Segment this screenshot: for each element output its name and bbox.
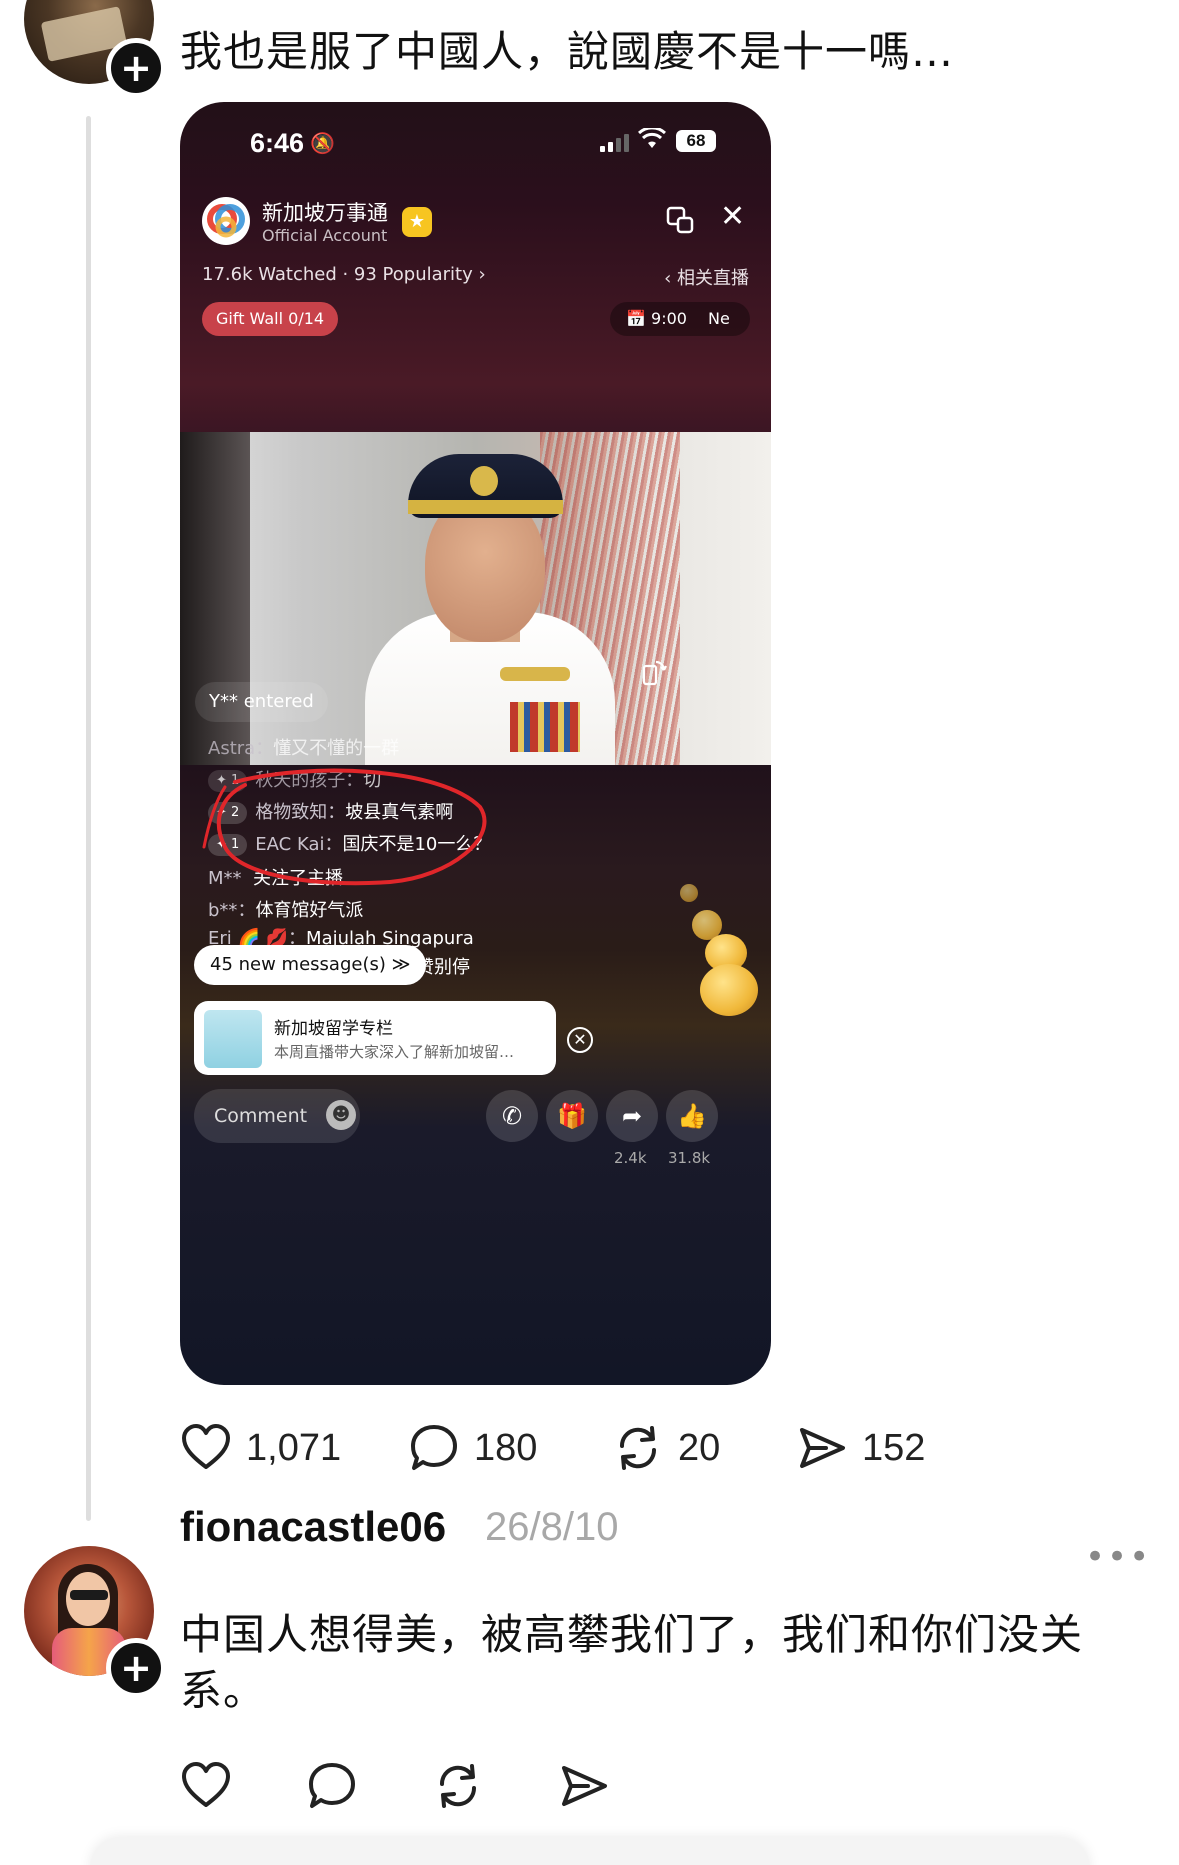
emoji-icon[interactable]: ☻ bbox=[326, 1100, 356, 1130]
share-button[interactable] bbox=[558, 1760, 610, 1812]
bottom-compose-bar[interactable] bbox=[90, 1838, 1090, 1865]
comment-bubble-icon bbox=[309, 1763, 355, 1808]
repost-icon bbox=[439, 1764, 477, 1808]
repost-button[interactable]: 20 bbox=[612, 1422, 720, 1474]
promo-description: 本周直播带大家深入了解新加坡留… bbox=[274, 1043, 515, 1061]
like-button[interactable] bbox=[180, 1760, 232, 1812]
send-icon bbox=[800, 1428, 845, 1468]
gift-icon[interactable]: 🎁 bbox=[546, 1090, 598, 1142]
promo-card[interactable]: 新加坡留学专栏 本周直播带大家深入了解新加坡留… bbox=[194, 1001, 556, 1075]
send-icon bbox=[562, 1766, 607, 1806]
chat-message: Astra：懂又不懂的一群 bbox=[208, 738, 400, 759]
heart-icon bbox=[182, 1424, 230, 1469]
promo-title: 新加坡留学专栏 bbox=[274, 1019, 393, 1039]
follow-plus-icon[interactable]: + bbox=[106, 38, 166, 98]
signal-icon bbox=[600, 134, 629, 152]
comment-bubble-icon bbox=[411, 1425, 457, 1470]
picture-in-picture-icon[interactable] bbox=[665, 205, 695, 235]
reply-button[interactable] bbox=[306, 1760, 358, 1812]
heart-icon bbox=[182, 1762, 230, 1807]
related-live-link[interactable]: ‹ 相关直播 bbox=[664, 264, 749, 290]
share-count: 152 bbox=[862, 1426, 926, 1469]
user-entered-notice: Y** entered bbox=[195, 682, 328, 722]
like-button[interactable]: 1,071 bbox=[180, 1422, 341, 1474]
status-bar: 6:46 🔕 68 bbox=[180, 102, 771, 172]
like-count: 1,071 bbox=[246, 1426, 342, 1469]
close-icon[interactable]: ✕ bbox=[720, 202, 745, 232]
battery-indicator: 68 bbox=[676, 130, 716, 152]
account-logo[interactable] bbox=[202, 197, 250, 245]
status-time: 6:46 bbox=[250, 128, 305, 158]
wifi-icon bbox=[638, 128, 666, 148]
thread-line bbox=[86, 116, 91, 1521]
post2-username[interactable]: fionacastle06 bbox=[180, 1503, 446, 1551]
floating-emoji-icon bbox=[680, 884, 698, 902]
reply-count: 180 bbox=[474, 1426, 538, 1469]
schedule-time: 9:00 bbox=[651, 309, 687, 328]
new-messages-button[interactable]: 45 new message(s) ≫ bbox=[194, 945, 427, 985]
call-icon[interactable]: ✆ bbox=[486, 1090, 538, 1142]
floating-emoji-icon bbox=[700, 964, 758, 1016]
follow-plus-icon[interactable]: + bbox=[106, 1638, 166, 1698]
chat-message: b**：体育馆好气派 bbox=[208, 900, 364, 921]
promo-close-icon[interactable]: ✕ bbox=[567, 1027, 593, 1053]
gift-wall-button[interactable]: Gift Wall 0/14 bbox=[202, 302, 339, 336]
verified-star-icon: ★ bbox=[402, 207, 432, 237]
repost-button[interactable] bbox=[432, 1760, 484, 1812]
bell-muted-icon: 🔕 bbox=[310, 131, 335, 155]
promo-thumbnail bbox=[204, 1010, 262, 1068]
embedded-screenshot[interactable]: 6:46 🔕 68 新加坡万事通 Official Account ★ ✕ 17… bbox=[180, 102, 771, 1385]
reply-button[interactable]: 180 bbox=[408, 1422, 537, 1474]
calendar-icon: 📅 bbox=[626, 309, 646, 328]
repost-icon bbox=[619, 1426, 657, 1470]
post2-text: 中国人想得美，被高攀我们了，我们和你们没关系。 bbox=[180, 1610, 1084, 1715]
post1-text: 我也是服了中國人，說國慶不是十一嗎… bbox=[180, 27, 955, 76]
thumbs-up-icon[interactable]: 👍 bbox=[666, 1090, 718, 1142]
account-name[interactable]: 新加坡万事通 bbox=[262, 197, 388, 227]
account-subtitle: Official Account bbox=[262, 226, 388, 245]
more-options-icon[interactable]: ••• bbox=[1085, 1540, 1151, 1574]
share-arrow-icon[interactable]: ➦ bbox=[606, 1090, 658, 1142]
schedule-pill[interactable]: 📅 9:00 Ne bbox=[610, 302, 750, 336]
red-annotation-circle bbox=[202, 768, 487, 886]
schedule-next: Ne bbox=[708, 309, 730, 328]
share-button[interactable]: 152 bbox=[796, 1422, 925, 1474]
rotate-screen-icon[interactable] bbox=[640, 658, 668, 686]
repost-count: 20 bbox=[678, 1426, 721, 1469]
share-count: 2.4k bbox=[614, 1149, 647, 1167]
watch-stats[interactable]: 17.6k Watched · 93 Popularity › bbox=[202, 264, 486, 285]
post2-date: 26/8/10 bbox=[485, 1505, 619, 1549]
like-count: 31.8k bbox=[668, 1149, 711, 1167]
